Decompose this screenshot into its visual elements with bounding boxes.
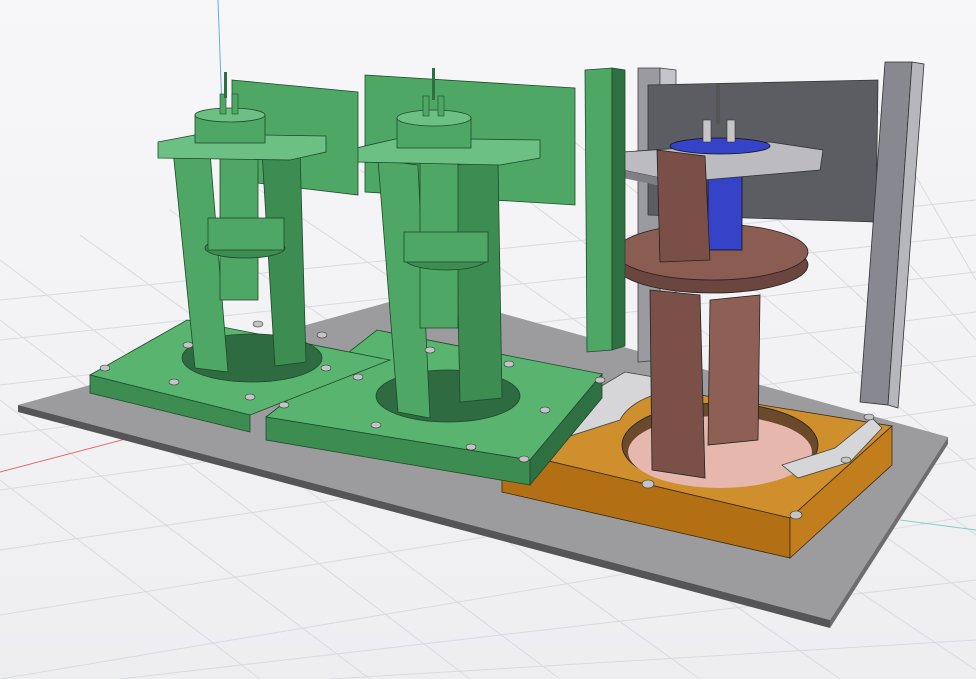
cad-3d-viewport[interactable] <box>0 0 976 679</box>
y-axis-line <box>217 0 223 111</box>
green-panel-standalone[interactable] <box>584 67 626 353</box>
green-fixture-left[interactable] <box>88 72 392 433</box>
model-scene[interactable] <box>0 0 976 679</box>
